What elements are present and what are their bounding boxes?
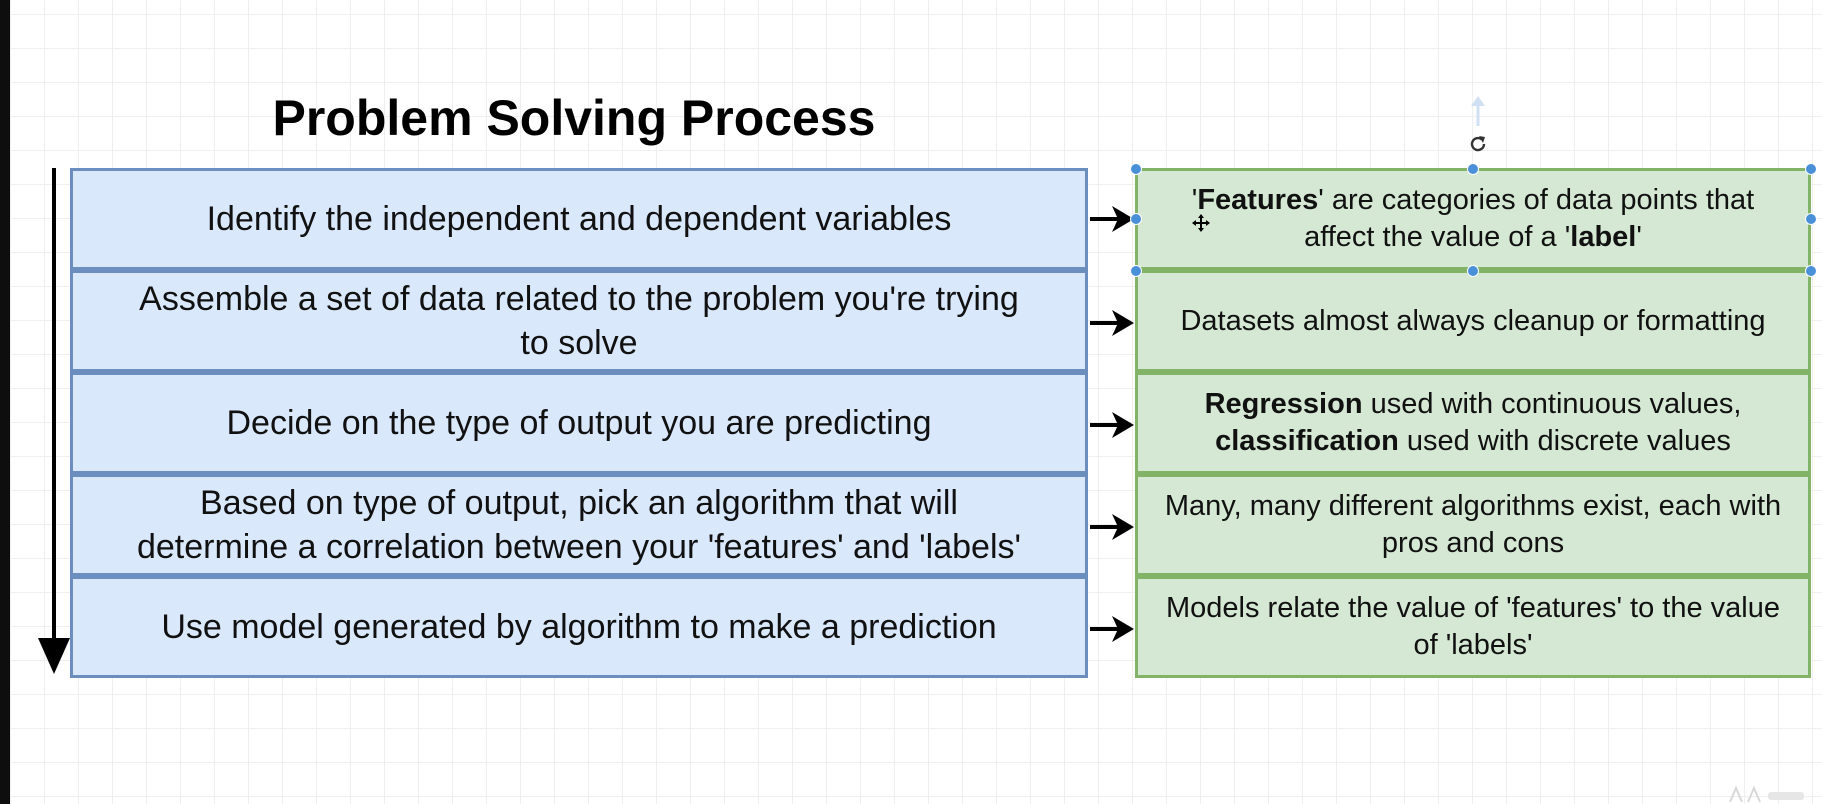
note-4-line-2: pros and cons xyxy=(1381,527,1565,559)
rotate-icon[interactable] xyxy=(1466,132,1490,156)
up-arrow-icon[interactable] xyxy=(1469,96,1487,126)
move-cursor-icon xyxy=(1192,214,1210,232)
note-box-5[interactable]: Models relate the value of 'features' to… xyxy=(1135,576,1811,678)
step-box-1[interactable]: Identify the independent and dependent v… xyxy=(70,168,1088,270)
note-3-line-1: Regression used with continuous values, xyxy=(1205,386,1742,423)
step-box-3[interactable]: Decide on the type of output you are pre… xyxy=(70,372,1088,474)
note-box-1[interactable]: ' Features' are categories of data points… xyxy=(1135,168,1811,270)
step-4-line-1: Based on type of output, pick an algorit… xyxy=(200,484,958,522)
step-box-2[interactable]: Assemble a set of data related to the pr… xyxy=(70,270,1088,372)
note-2-text: Datasets almost always cleanup or format… xyxy=(1180,304,1766,337)
step-2-line-2: to solve xyxy=(520,324,638,362)
note-1-quote-close: ' xyxy=(1636,221,1642,253)
step-box-5[interactable]: Use model generated by algorithm to make… xyxy=(70,576,1088,678)
diagram-canvas[interactable]: Problem Solving Process Identify the ind… xyxy=(10,0,1822,804)
steps-column: Identify the independent and dependent v… xyxy=(70,168,1088,678)
note-3-line-1-rest: used with continuous values, xyxy=(1362,388,1742,420)
note-1-line-1: 'Features' are categories of data points… xyxy=(1192,182,1754,219)
step-box-4[interactable]: Based on type of output, pick an algorit… xyxy=(70,474,1088,576)
selection-handle-top-right[interactable] xyxy=(1805,163,1817,175)
notes-column: ' Features' are categories of data points… xyxy=(1135,168,1811,678)
step-1-text: Identify the independent and dependent v… xyxy=(206,200,952,238)
note-box-4[interactable]: Many, many different algorithms exist, e… xyxy=(1135,474,1811,576)
note-1-line-1-rest: ' are categories of data points that xyxy=(1318,184,1755,216)
step-4-line-2: determine a correlation between your 'fe… xyxy=(136,528,1022,566)
selection-handle-bottom-center[interactable] xyxy=(1467,265,1479,277)
selection-handle-top-left[interactable] xyxy=(1130,163,1142,175)
connector-arrow-3[interactable] xyxy=(1090,410,1136,440)
timeline-arrow xyxy=(38,168,70,674)
note-box-3[interactable]: Regression used with continuous values, … xyxy=(1135,372,1811,474)
note-1-line-2: affect the value of a 'label' xyxy=(1192,219,1754,256)
connector-arrow-4[interactable] xyxy=(1090,512,1136,542)
selection-handle-middle-right[interactable] xyxy=(1805,213,1817,225)
step-5-text: Use model generated by algorithm to make… xyxy=(161,608,997,646)
connector-arrow-2[interactable] xyxy=(1090,308,1136,338)
watermark-mark xyxy=(1729,785,1804,803)
step-2-line-1: Assemble a set of data related to the pr… xyxy=(139,280,1019,318)
diagram-title: Problem Solving Process xyxy=(272,90,876,146)
note-4-line-1: Many, many different algorithms exist, e… xyxy=(1164,490,1782,522)
connector-arrow-5[interactable] xyxy=(1090,614,1136,644)
note-1-features-term: Features xyxy=(1197,184,1319,216)
selection-handle-middle-left[interactable] xyxy=(1130,213,1142,225)
step-3-text: Decide on the type of output you are pre… xyxy=(226,404,932,442)
note-box-2[interactable]: Datasets almost always cleanup or format… xyxy=(1135,270,1811,372)
selection-handle-bottom-right[interactable] xyxy=(1805,265,1817,277)
note-3-regression-term: Regression xyxy=(1204,388,1363,420)
selection-handle-top-center[interactable] xyxy=(1467,163,1479,175)
note-3-line-2: classification used with discrete values xyxy=(1205,423,1742,460)
note-3-line-2-rest: used with discrete values xyxy=(1398,425,1731,457)
note-1-line-2-start: affect the value of a ' xyxy=(1304,221,1571,253)
note-5-line-2: of 'labels' xyxy=(1413,629,1533,661)
note-1-label-term: label xyxy=(1570,221,1637,253)
note-5-line-1: Models relate the value of 'features' to… xyxy=(1166,592,1780,624)
note-3-classification-term: classification xyxy=(1215,425,1399,457)
selection-handle-bottom-left[interactable] xyxy=(1130,265,1142,277)
